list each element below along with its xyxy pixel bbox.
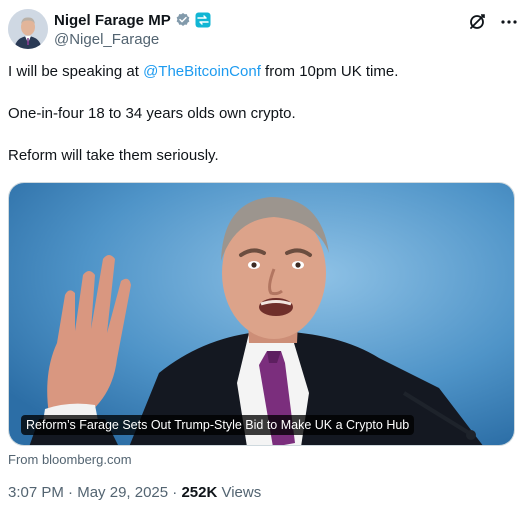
card-image xyxy=(9,183,514,445)
tweet-line-2: One-in-four 18 to 34 years olds own cryp… xyxy=(8,105,296,122)
link-card[interactable]: Reform’s Farage Sets Out Trump-Style Bid… xyxy=(8,182,515,446)
more-icon[interactable] xyxy=(499,12,519,32)
tweet-meta: 3:07 PM · May 29, 2025 · 252K Views xyxy=(8,484,261,501)
affiliate-badge-icon[interactable] xyxy=(195,12,211,28)
author-names: Nigel Farage MP @Nigel_Farage xyxy=(54,11,211,48)
author-handle[interactable]: @Nigel_Farage xyxy=(54,31,211,48)
views-label: Views xyxy=(217,484,262,501)
tweet-line-1-end: from 10pm UK time. xyxy=(260,63,399,80)
name-row: Nigel Farage MP xyxy=(54,11,211,29)
views-count[interactable]: 252K xyxy=(181,484,217,501)
tweet-text: I will be speaking at @TheBitcoinConf fr… xyxy=(8,62,519,188)
tweet-line-3: Reform will take them seriously. xyxy=(8,147,219,164)
avatar[interactable] xyxy=(8,9,48,49)
tweet-header: Nigel Farage MP @Nigel_Farage xyxy=(8,9,519,49)
tweet-time[interactable]: 3:07 PM xyxy=(8,484,64,501)
tweet-line-1-start: I will be speaking at xyxy=(8,63,144,80)
header-actions xyxy=(467,12,519,32)
verified-badge-icon xyxy=(175,12,191,28)
tweet-line-1: I will be speaking at @TheBitcoinConf fr… xyxy=(8,62,519,82)
meta-separator: · xyxy=(63,484,78,501)
card-source[interactable]: From bloomberg.com xyxy=(8,452,132,467)
grok-icon[interactable] xyxy=(467,12,487,32)
display-name[interactable]: Nigel Farage MP xyxy=(54,12,171,29)
meta-separator-2: · xyxy=(168,484,182,501)
avatar-image xyxy=(8,9,48,49)
mention-link[interactable]: @TheBitcoinConf xyxy=(143,63,261,80)
card-title: Reform’s Farage Sets Out Trump-Style Bid… xyxy=(21,415,415,435)
tweet-date[interactable]: May 29, 2025 xyxy=(77,484,168,501)
